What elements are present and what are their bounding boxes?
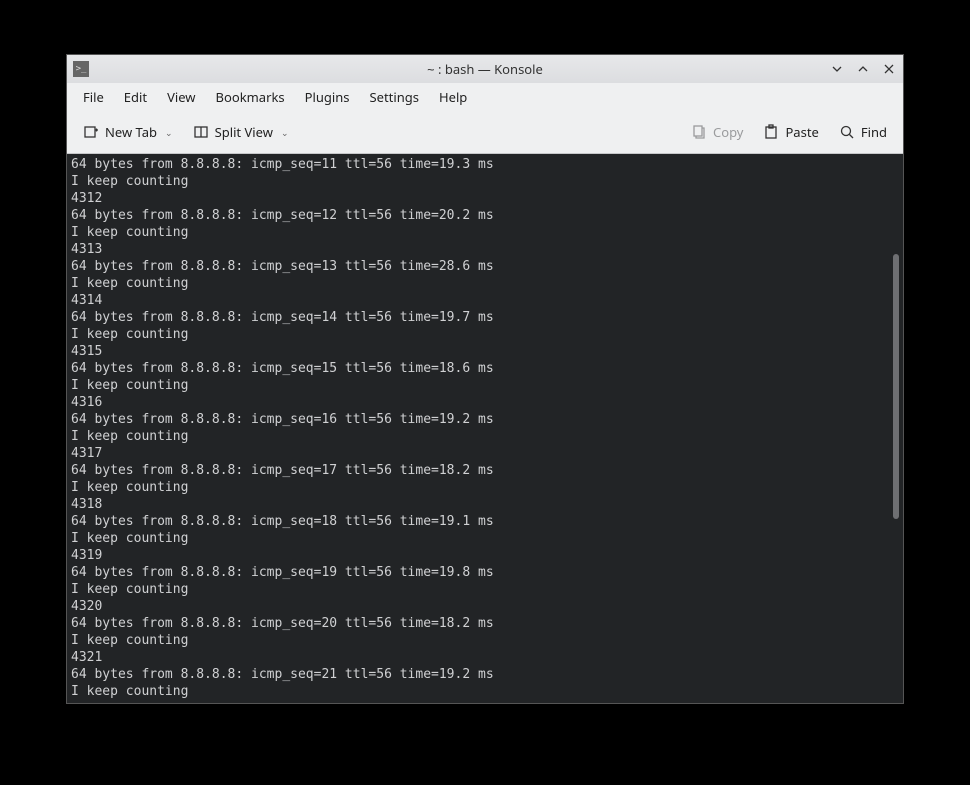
find-button[interactable]: Find [833, 119, 893, 145]
minimize-button[interactable] [829, 61, 845, 77]
menu-settings[interactable]: Settings [360, 84, 429, 110]
new-tab-icon [83, 124, 99, 140]
close-button[interactable] [881, 61, 897, 77]
chevron-down-icon: ⌄ [165, 126, 173, 139]
menu-plugins[interactable]: Plugins [295, 84, 360, 110]
search-icon [839, 124, 855, 140]
new-tab-label: New Tab [105, 123, 157, 141]
menubar: File Edit View Bookmarks Plugins Setting… [67, 83, 903, 111]
konsole-window: ~ : bash — Konsole File Edit View Bookma… [66, 54, 904, 704]
find-label: Find [861, 123, 887, 141]
toolbar: New Tab ⌄ Split View ⌄ Copy Paste [67, 111, 903, 154]
menu-help[interactable]: Help [429, 84, 477, 110]
split-view-icon [193, 124, 209, 140]
new-tab-button[interactable]: New Tab ⌄ [77, 119, 179, 145]
copy-label: Copy [713, 123, 743, 141]
menu-edit[interactable]: Edit [114, 84, 157, 110]
menu-view[interactable]: View [157, 84, 205, 110]
copy-icon [691, 124, 707, 140]
paste-button[interactable]: Paste [757, 119, 824, 145]
window-controls [829, 61, 897, 77]
terminal-output: 64 bytes from 8.8.8.8: icmp_seq=11 ttl=5… [67, 154, 903, 702]
scrollbar-thumb[interactable] [893, 254, 899, 519]
menu-bookmarks[interactable]: Bookmarks [206, 84, 295, 110]
paste-icon [763, 124, 779, 140]
paste-label: Paste [785, 123, 818, 141]
titlebar: ~ : bash — Konsole [67, 55, 903, 83]
chevron-down-icon: ⌄ [281, 126, 289, 139]
split-view-label: Split View [215, 123, 273, 141]
maximize-button[interactable] [855, 61, 871, 77]
split-view-button[interactable]: Split View ⌄ [187, 119, 295, 145]
copy-button[interactable]: Copy [685, 119, 749, 145]
window-title: ~ : bash — Konsole [427, 60, 543, 78]
app-icon [73, 61, 89, 77]
terminal-area[interactable]: 64 bytes from 8.8.8.8: icmp_seq=11 ttl=5… [67, 154, 903, 703]
menu-file[interactable]: File [73, 84, 114, 110]
